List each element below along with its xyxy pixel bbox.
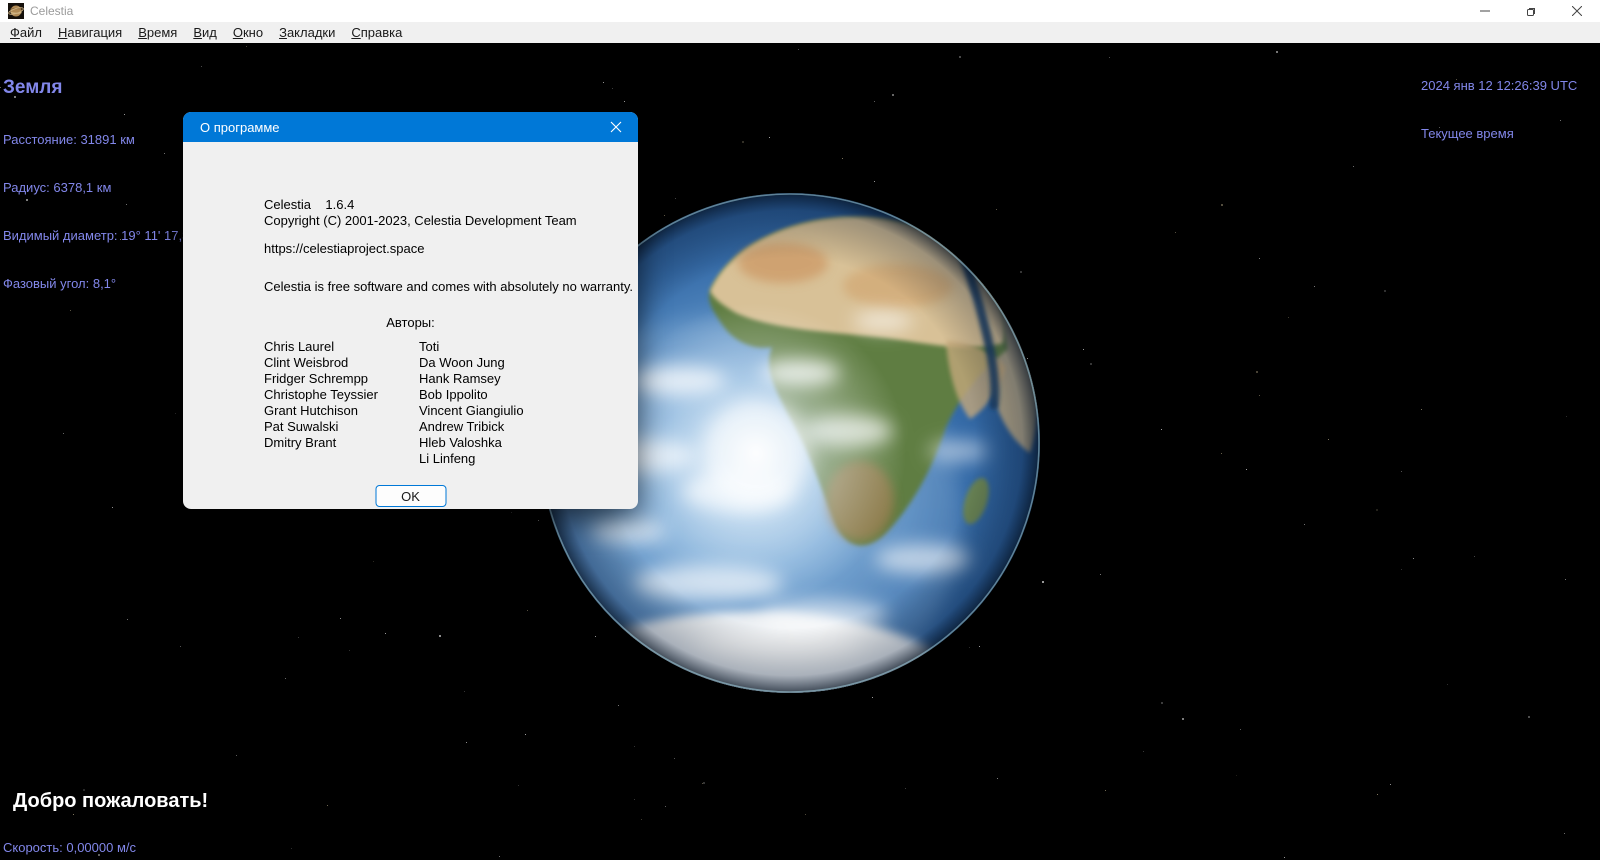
speed-readout: Скорость: 0,00000 м/с xyxy=(3,840,137,855)
author-name: Clint Weisbrod xyxy=(264,355,349,370)
time-mode: Текущее время xyxy=(1421,126,1514,141)
author-name: Chris Laurel xyxy=(264,339,335,354)
welcome-message: Добро пожаловать! xyxy=(13,790,209,812)
app-version-line: Celestia 1.6.4 xyxy=(264,197,355,212)
observer-info: Наблюдение Земля FOV: 30° 14' 28,0" (1,0… xyxy=(1448,829,1600,860)
author-name: Grant Hutchison xyxy=(264,403,358,418)
menu-navigation[interactable]: Навигация xyxy=(50,23,130,42)
selection-info: Земля Расстояние: 31891 км Радиус: 6378,… xyxy=(3,45,194,324)
author-name: Dmitry Brant xyxy=(264,435,337,450)
author-name: Hleb Valoshka xyxy=(419,435,502,450)
author-name: Bob Ippolito xyxy=(419,387,488,402)
window-restore-icon xyxy=(1526,7,1535,16)
selection-radius: Радиус: 6378,1 км xyxy=(3,180,112,195)
about-dialog-title: О программе xyxy=(200,119,280,135)
ok-button[interactable]: OK xyxy=(375,485,446,507)
menu-bookmarks[interactable]: Закладки xyxy=(271,23,343,42)
warranty-line: Celestia is free software and comes with… xyxy=(264,279,633,294)
author-name: Da Woon Jung xyxy=(419,355,505,370)
copyright-line: Copyright (C) 2001-2023, Celestia Develo… xyxy=(264,213,577,228)
close-x-icon xyxy=(610,121,622,133)
menu-view[interactable]: Вид xyxy=(185,23,225,42)
about-dialog-body: Celestia 1.6.4 Copyright (C) 2001-2023, … xyxy=(183,142,638,509)
selection-name: Земля xyxy=(3,77,63,98)
window-close-icon xyxy=(1572,6,1582,16)
saturn-planet-icon xyxy=(8,3,24,19)
author-name: Andrew Tribick xyxy=(419,419,505,434)
author-name: Christophe Teyssier xyxy=(264,387,378,402)
maximize-button[interactable] xyxy=(1508,0,1554,22)
window-minimize-icon xyxy=(1480,10,1490,12)
minimize-button[interactable] xyxy=(1462,0,1508,22)
celestia-window: Celestia Файл Навигация Время Вид Окно З… xyxy=(0,0,1600,860)
os-titlebar[interactable]: Celestia xyxy=(0,0,1600,22)
close-button[interactable] xyxy=(1554,0,1600,22)
app-version-block: Celestia 1.6.4 Copyright (C) 2001-2023, … xyxy=(264,197,577,229)
time-info: 2024 янв 12 12:26:39 UTC Текущее время xyxy=(1421,46,1577,174)
author-name: Fridger Schrempp xyxy=(264,371,369,386)
author-name: Vincent Giangiulio xyxy=(419,403,524,418)
menu-time[interactable]: Время xyxy=(130,23,185,42)
render-viewport[interactable]: Земля Расстояние: 31891 км Радиус: 6378,… xyxy=(0,43,1600,860)
about-dialog-close-button[interactable] xyxy=(594,112,638,142)
window-controls xyxy=(1462,0,1600,22)
window-title: Celestia xyxy=(30,4,74,18)
menu-help[interactable]: Справка xyxy=(343,23,410,42)
author-name: Toti xyxy=(419,339,440,354)
project-url: https://celestiaproject.space xyxy=(264,241,425,256)
about-dialog-titlebar[interactable]: О программе xyxy=(183,112,638,142)
menu-file[interactable]: Файл xyxy=(2,23,50,42)
author-name: Pat Suwalski xyxy=(264,419,339,434)
selection-apparent-diameter: Видимый диаметр: 19° 11' 17,3" xyxy=(3,228,194,243)
selection-distance: Расстояние: 31891 км xyxy=(3,132,135,147)
authors-list: Chris Laurel Clint Weisbrod Fridger Schr… xyxy=(264,339,524,467)
selection-phase-angle: Фазовый угол: 8,1° xyxy=(3,276,117,291)
author-name: Li Linfeng xyxy=(419,451,476,466)
menu-window[interactable]: Окно xyxy=(225,23,271,42)
authors-column-1: Chris Laurel Clint Weisbrod Fridger Schr… xyxy=(264,339,419,467)
about-dialog: О программе Celestia 1.6.4 Copyright (C)… xyxy=(183,112,638,509)
authors-label: Авторы: xyxy=(386,315,435,330)
authors-column-2: Toti Da Woon Jung Hank Ramsey Bob Ippoli… xyxy=(419,339,524,467)
menubar: Файл Навигация Время Вид Окно Закладки С… xyxy=(0,22,1600,43)
current-datetime: 2024 янв 12 12:26:39 UTC xyxy=(1421,78,1578,93)
author-name: Hank Ramsey xyxy=(419,371,501,386)
